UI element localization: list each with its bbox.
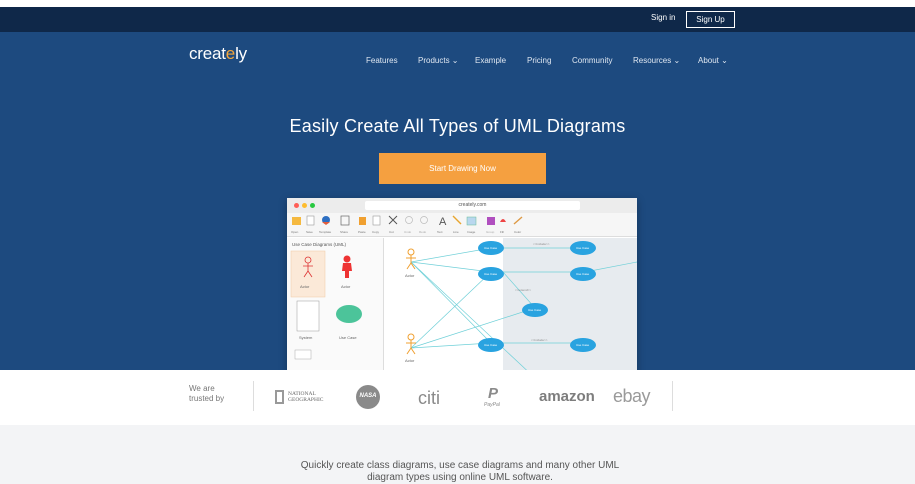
nasa-logo: NASA: [356, 385, 380, 409]
system-boundary: [503, 238, 637, 370]
text-tool-icon: A: [439, 216, 447, 228]
toolbar-label-line: Line: [453, 230, 459, 234]
nav-features[interactable]: Features: [366, 56, 398, 65]
cut-icon: [388, 215, 398, 225]
ebay-logo: ebay: [613, 386, 651, 406]
toolbar-label-save: Save: [306, 230, 313, 234]
creately-logo[interactable]: creately: [189, 44, 247, 64]
canvas-label-actor-top: Actor: [405, 273, 415, 278]
minimize-dot-icon: [302, 203, 307, 208]
usecase-node-1-label: Use Case: [484, 246, 498, 250]
url-bar: creately.com: [365, 201, 580, 210]
features-intro: Quickly create class diagrams, use case …: [0, 425, 915, 484]
package-shape-icon: [294, 349, 312, 360]
trusted-by-divider-right: [672, 381, 673, 411]
nav-example[interactable]: Example: [475, 56, 506, 65]
group-icon: [487, 217, 495, 225]
nav-resources[interactable]: Resources ⌄: [633, 56, 680, 65]
shape-label-actor2: Actor: [341, 284, 351, 289]
toolbar-label-template: Template: [319, 230, 332, 234]
toolbar-label-text: Text: [437, 230, 443, 234]
usecase-node-7-label: Use Case: [576, 343, 590, 347]
toolbar-label-copy: Copy: [372, 230, 380, 234]
toolbar-label-open: Open: [291, 230, 299, 234]
canvas-label-actor-bottom: Actor: [405, 358, 415, 363]
color-icon: [513, 216, 523, 225]
natgeo-logo-frame-icon: [275, 390, 284, 404]
usecase-shape-icon: [336, 305, 362, 323]
nav-pricing[interactable]: Pricing: [527, 56, 551, 65]
sign-in-link[interactable]: Sign in: [651, 13, 675, 22]
share-icon: [340, 215, 350, 226]
toolbar-label-color: Color: [514, 230, 521, 234]
close-dot-icon: [294, 203, 299, 208]
toolbar-icons: A Open Save Template Share Paste Copy Cu…: [291, 215, 523, 234]
toolbar-label-cut: Cut: [389, 230, 394, 234]
sign-up-button[interactable]: Sign Up: [686, 11, 735, 28]
app-toolbar: A Open Save Template Share Paste Copy Cu…: [287, 213, 637, 237]
toolbar-label-redo: Redo: [419, 230, 427, 234]
nav-products[interactable]: Products ⌄: [418, 56, 459, 65]
undo-icon: [405, 216, 413, 224]
canvas-note-2: <<extend>>: [515, 288, 531, 292]
shape-label-system: System: [299, 335, 313, 340]
system-shape-icon: [296, 300, 320, 332]
maximize-dot-icon: [310, 203, 315, 208]
image-icon: [466, 216, 477, 226]
shape-label-actor1: Actor: [300, 284, 310, 289]
usecase-node-2-label: Use Case: [484, 272, 498, 276]
usecase-node-6-label: Use Case: [484, 343, 498, 347]
canvas-actor-top-icon: [407, 248, 415, 256]
toolbar-label-fill: Fill: [500, 230, 504, 234]
shape-label-usecase: Use Case: [339, 335, 357, 340]
canvas-actor-bottom-icon: [407, 333, 415, 341]
usecase-node-4-label: Use Case: [576, 272, 590, 276]
top-bar: [0, 7, 915, 32]
start-drawing-button[interactable]: Start Drawing Now: [379, 153, 546, 184]
top-strip: [0, 0, 915, 7]
toolbar-label-paste: Paste: [358, 230, 366, 234]
shape-library-panel: Use Case Diagrams (UML) Actor Actor Syst…: [287, 238, 384, 370]
hero-section: creately Features Products ⌄ Example Pri…: [0, 32, 915, 370]
features-intro-text: Quickly create class diagrams, use case …: [300, 460, 620, 483]
line-tool-icon: [452, 215, 462, 225]
trusted-by-label: We are trusted by: [189, 384, 225, 403]
uml-diagram: Actor Actor Use Case Use Case Use Case U…: [405, 238, 637, 370]
app-screenshot: creately.com A Open Save Template Share …: [287, 198, 637, 370]
trusted-by-divider: [253, 381, 254, 411]
trusted-by-bar: We are trusted by NATIONAL GEOGRAPHIC NA…: [0, 370, 915, 425]
template-accent-icon: [322, 222, 330, 225]
canvas-note-1: <<include>>: [533, 242, 550, 246]
usecase-node-5-label: Use Case: [528, 308, 542, 312]
actor-filled-icon: [343, 255, 351, 263]
selected-shape-tile: [290, 250, 326, 298]
toolbar-label-undo: Undo: [404, 230, 412, 234]
folder-icon: [292, 217, 301, 225]
usecase-node-3-label: Use Case: [576, 246, 590, 250]
citi-logo: citi: [418, 388, 440, 408]
copy-icon: [372, 215, 381, 226]
canvas-actor-top-body: [406, 255, 416, 270]
toolbar-label-image: Image: [467, 230, 476, 234]
diagram-canvas[interactable]: Actor Actor Use Case Use Case Use Case U…: [385, 238, 637, 370]
canvas-note-3: <<include>>: [531, 338, 548, 342]
shape-library-shapes: Actor Actor System Use Case: [290, 250, 362, 360]
actor-filled-body: [342, 263, 352, 278]
toolbar-label-share: Share: [340, 230, 348, 234]
redo-icon: [420, 216, 428, 224]
amazon-logo: amazon: [539, 388, 595, 405]
file-icon: [306, 215, 315, 226]
paste-icon: [359, 217, 366, 225]
nav-community[interactable]: Community: [572, 56, 612, 65]
paypal-p-icon: P: [488, 385, 499, 402]
fill-icon: [500, 219, 506, 222]
hero-headline: Easily Create All Types of UML Diagrams: [289, 116, 626, 136]
browser-titlebar: creately.com: [287, 198, 637, 213]
toolbar-label-group: Group: [486, 230, 495, 234]
nav-about[interactable]: About ⌄: [698, 56, 728, 65]
